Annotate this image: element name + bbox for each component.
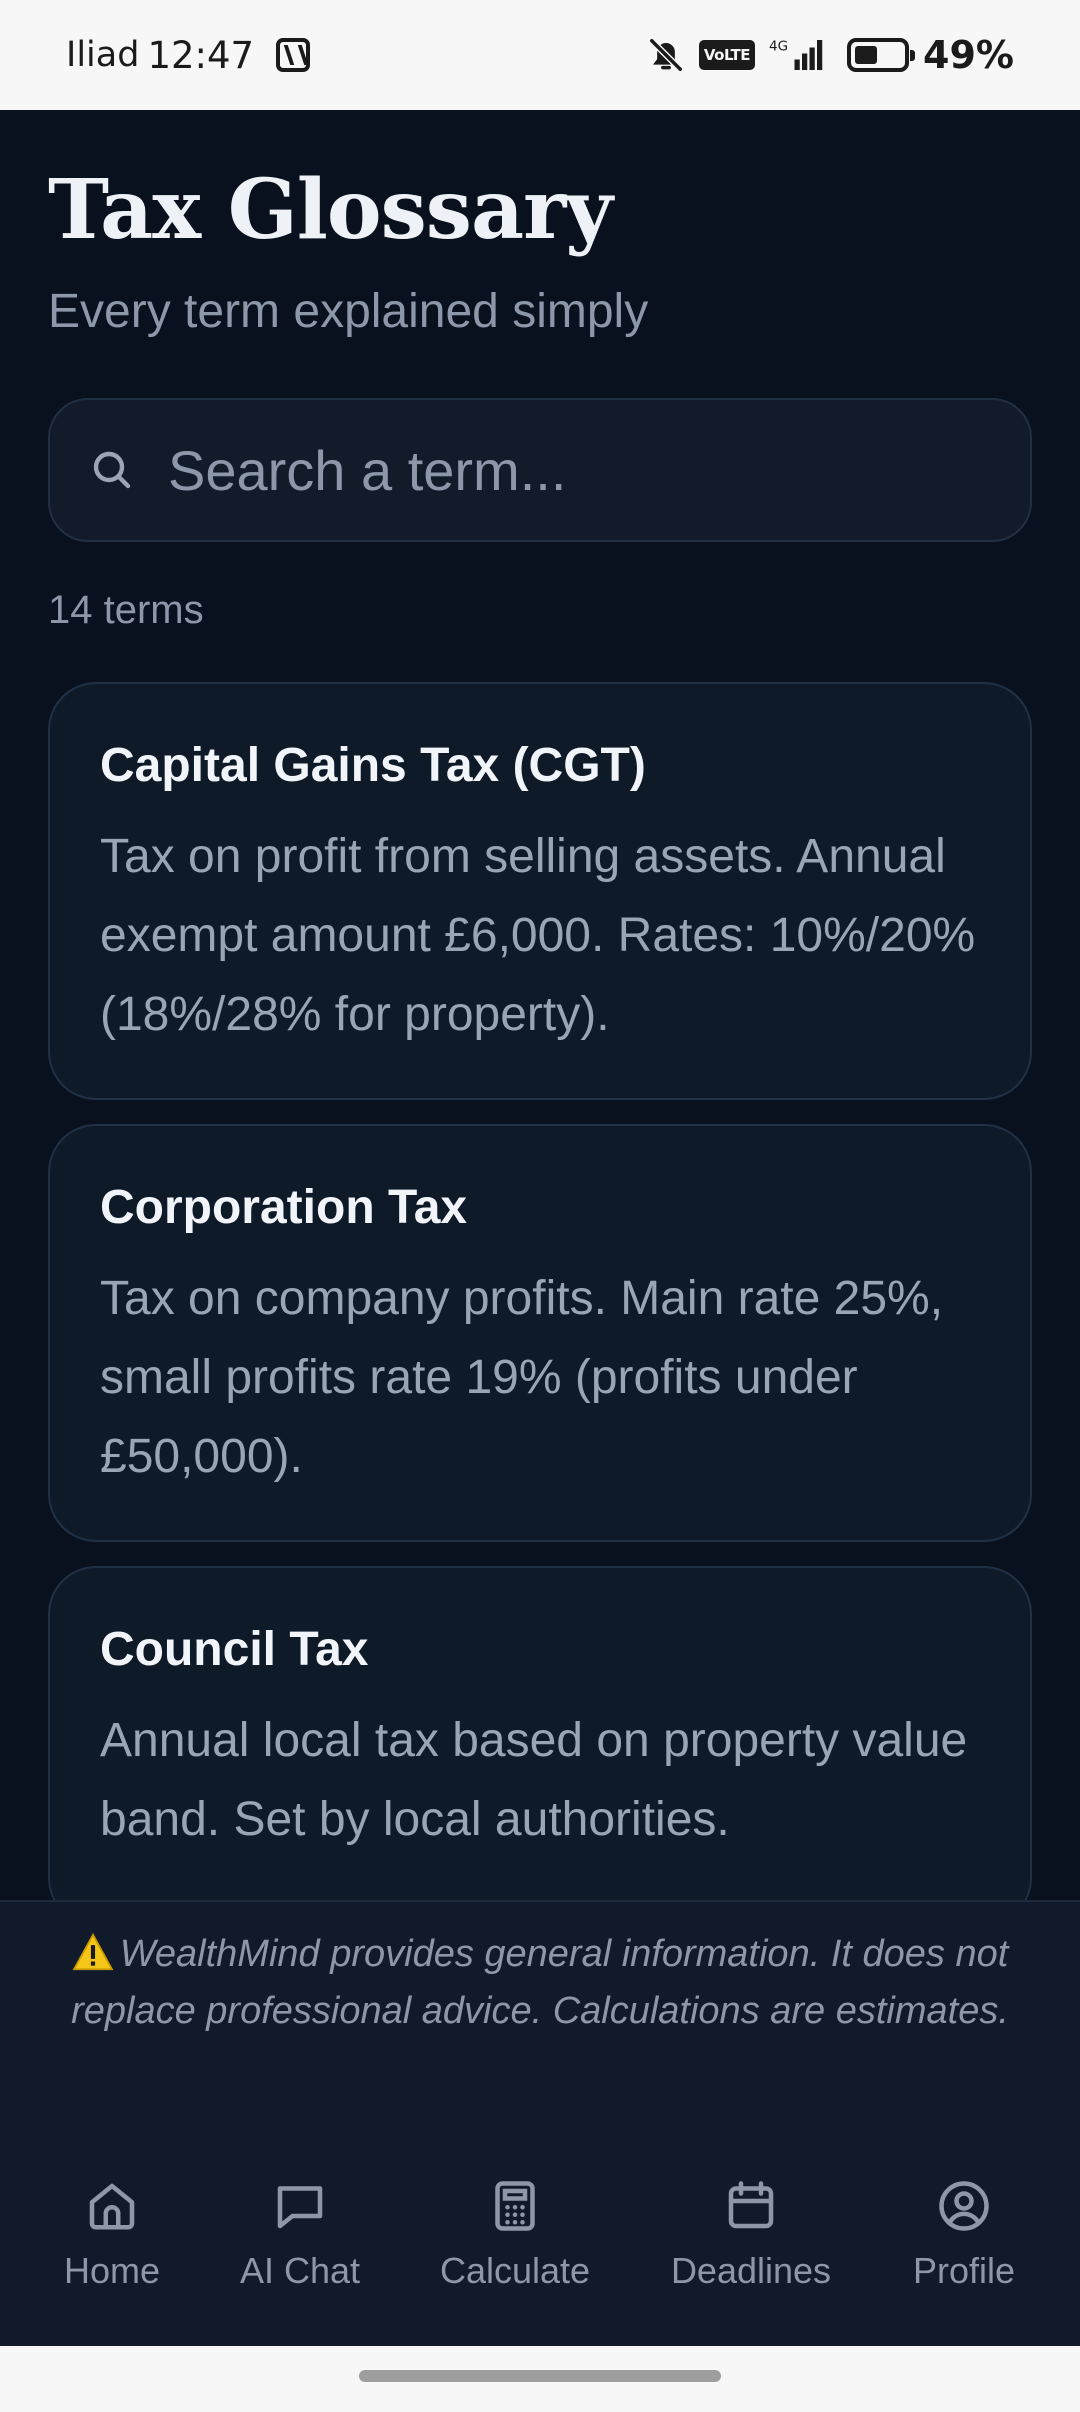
term-card-corporation-tax[interactable]: Corporation Tax Tax on company profits. … bbox=[48, 1124, 1032, 1542]
volte-badge: VoLTE bbox=[698, 40, 756, 70]
disclaimer-banner: WealthMind provides general information.… bbox=[0, 1900, 1080, 2110]
term-title: Corporation Tax bbox=[100, 1181, 468, 1234]
term-description: Annual local tax based on property value… bbox=[100, 1714, 968, 1846]
page-subtitle: Every term explained simply bbox=[48, 285, 649, 338]
disclaimer-text: WealthMind provides general information.… bbox=[71, 1933, 1009, 2032]
status-bar: Iliad 12:47 VoLTE 4G 49% bbox=[0, 0, 1080, 110]
page-title: Tax Glossary bbox=[48, 162, 613, 258]
nav-label: Calculate bbox=[439, 2250, 591, 2291]
nav-label: AI Chat bbox=[239, 2250, 361, 2291]
glossary-screen[interactable]: Tax Glossary Every term explained simply… bbox=[0, 110, 1080, 1900]
profile-icon bbox=[939, 2181, 989, 2231]
nav-label: Profile bbox=[912, 2250, 1016, 2291]
gesture-handle[interactable] bbox=[359, 2370, 721, 2382]
nav-ai-chat[interactable]: AI Chat bbox=[210, 2176, 390, 2292]
term-count: 14 terms bbox=[48, 588, 204, 632]
status-right: VoLTE 4G 49% bbox=[647, 33, 1014, 77]
nav-deadlines[interactable]: Deadlines bbox=[661, 2176, 841, 2292]
term-description: Tax on company profits. Main rate 25%, s… bbox=[100, 1272, 944, 1483]
nav-label: Deadlines bbox=[670, 2250, 832, 2291]
nav-label: Home bbox=[63, 2250, 161, 2291]
term-card-cgt[interactable]: Capital Gains Tax (CGT) Tax on profit fr… bbox=[48, 682, 1032, 1100]
nav-home[interactable]: Home bbox=[22, 2176, 202, 2292]
home-icon bbox=[89, 2183, 135, 2230]
signal-icon: 4G bbox=[769, 39, 823, 70]
gesture-bar bbox=[0, 2346, 1080, 2412]
warning-icon bbox=[72, 1933, 114, 1971]
nfc-icon bbox=[276, 38, 311, 72]
clock: 12:47 bbox=[147, 33, 255, 77]
search-box[interactable] bbox=[48, 398, 1032, 542]
chat-icon bbox=[277, 2186, 323, 2229]
battery-icon bbox=[847, 38, 916, 72]
bottom-navigation: Home AI Chat Calculate Deadlines Profile bbox=[0, 2110, 1080, 2346]
term-title: Capital Gains Tax (CGT) bbox=[100, 739, 646, 792]
calendar-icon bbox=[728, 2181, 774, 2229]
carrier-name: Iliad bbox=[66, 35, 140, 75]
battery-percentage: 49% bbox=[923, 33, 1014, 77]
bell-off-icon bbox=[648, 37, 684, 73]
status-left: Iliad 12:47 bbox=[66, 33, 311, 77]
calculator-icon bbox=[495, 2181, 535, 2231]
nav-profile[interactable]: Profile bbox=[874, 2176, 1054, 2292]
term-description: Tax on profit from selling assets. Annua… bbox=[100, 830, 976, 1041]
nav-calculate[interactable]: Calculate bbox=[425, 2176, 605, 2292]
term-title: Council Tax bbox=[100, 1623, 369, 1676]
svg-text:4G: 4G bbox=[769, 39, 788, 55]
term-card-council-tax[interactable]: Council Tax Annual local tax based on pr… bbox=[48, 1566, 1032, 1900]
search-icon bbox=[93, 451, 131, 489]
search-input[interactable] bbox=[166, 436, 1030, 504]
